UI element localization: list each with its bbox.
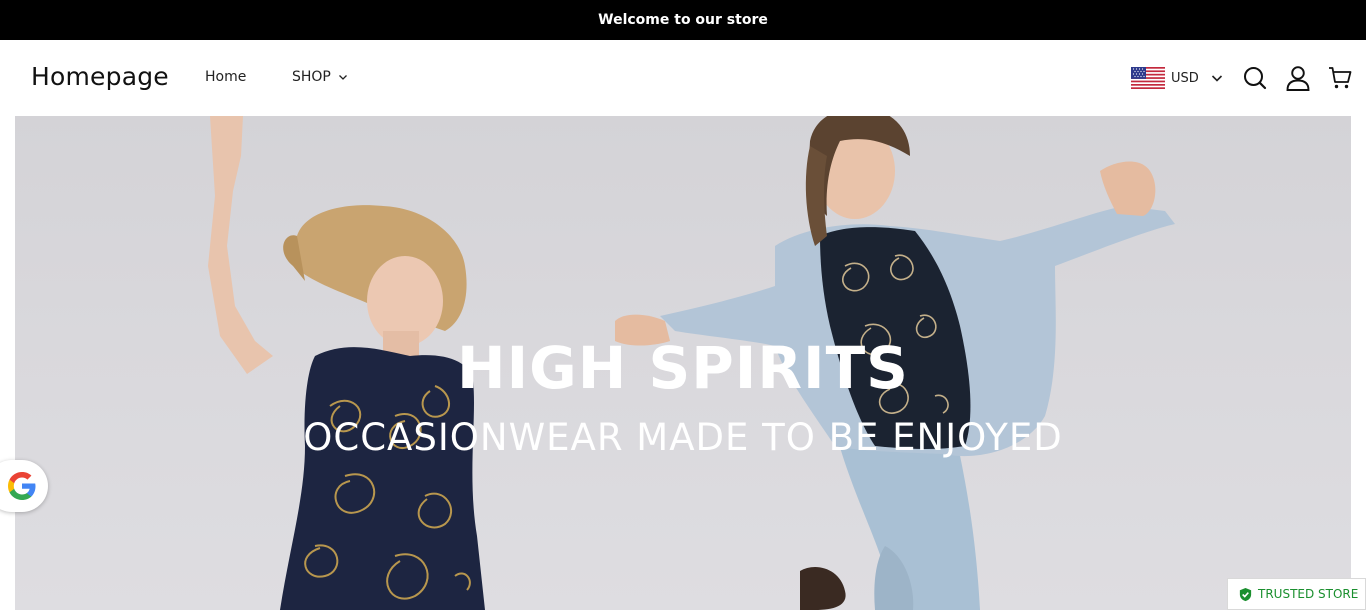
trusted-store-badge[interactable]: TRUSTED STORE: [1227, 578, 1366, 610]
announcement-text: Welcome to our store: [598, 12, 768, 28]
trusted-store-label: TRUSTED STORE: [1258, 587, 1359, 601]
chevron-down-icon: [1211, 75, 1222, 82]
nav-shop-menu[interactable]: SHOP: [292, 69, 348, 85]
google-icon: [8, 472, 36, 500]
site-header: Homepage Home SHOP USD: [0, 40, 1366, 116]
chevron-down-icon: [338, 75, 347, 80]
search-icon: [1244, 67, 1267, 90]
site-logo[interactable]: Homepage: [31, 62, 169, 91]
nav-home-link[interactable]: Home: [205, 69, 246, 85]
announcement-bar: Welcome to our store: [0, 0, 1366, 40]
currency-selector[interactable]: USD: [1131, 66, 1223, 90]
account-button[interactable]: [1285, 65, 1311, 91]
search-button[interactable]: [1242, 65, 1268, 91]
hero-title: HIGH SPIRITS: [457, 334, 909, 402]
cart-icon: [1329, 67, 1352, 89]
us-flag-icon: [1131, 67, 1165, 89]
cart-button[interactable]: [1327, 65, 1352, 91]
hero-subtitle: OCCASIONWEAR MADE TO BE ENJOYED: [303, 416, 1063, 459]
nav-shop-label: SHOP: [292, 69, 331, 85]
account-icon: [1286, 66, 1310, 91]
hero-banner[interactable]: HIGH SPIRITS OCCASIONWEAR MADE TO BE ENJ…: [15, 116, 1351, 610]
shield-check-icon: [1239, 587, 1252, 601]
currency-code: USD: [1171, 70, 1199, 86]
